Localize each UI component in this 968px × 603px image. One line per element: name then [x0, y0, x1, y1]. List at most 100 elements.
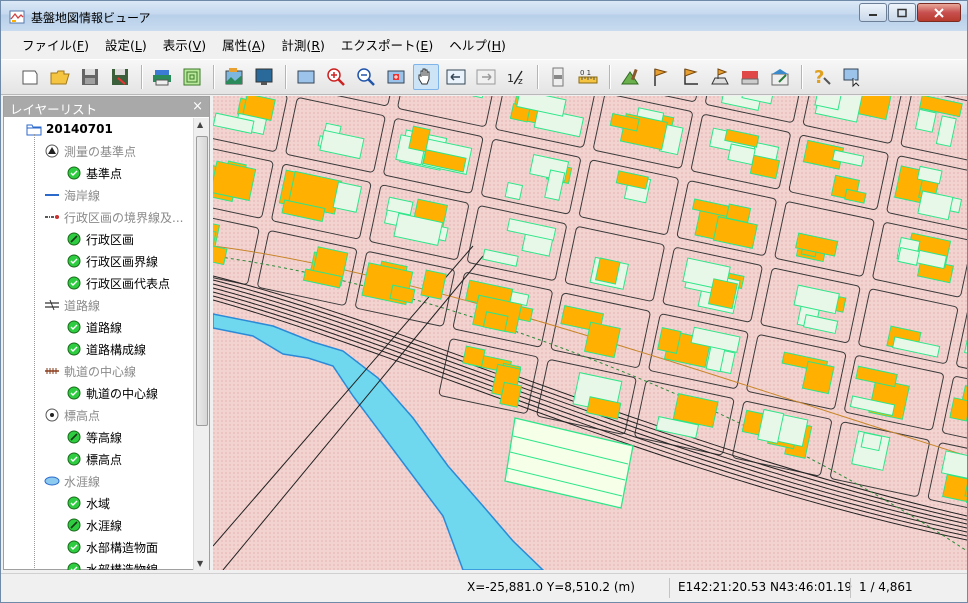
layer-list-button[interactable] [179, 64, 205, 90]
edit-button[interactable] [767, 64, 793, 90]
layer-group-1[interactable]: 海岸線 [44, 184, 100, 206]
attribute-button[interactable] [617, 64, 643, 90]
layer-list-scrollbar[interactable]: ▲ ▼ [193, 118, 209, 570]
menu-bar: ファイル(F) 設定(L) 表示(V) 属性(A) 計測(R) エクスポート(E… [1, 31, 967, 57]
monitor-icon [255, 68, 273, 85]
layer-item[interactable]: 標高点 [66, 448, 122, 470]
layer-visible-icon[interactable] [66, 517, 82, 533]
print-button[interactable] [149, 64, 175, 90]
title-bar[interactable]: 基盤地図情報ビューア [1, 1, 967, 31]
layer-visible-icon[interactable] [66, 275, 82, 291]
layer-group-0[interactable]: 測量の基準点 [44, 140, 136, 162]
scroll-up-icon[interactable]: ▲ [197, 120, 203, 129]
layer-visible-icon[interactable] [66, 539, 82, 555]
boundary-line-icon[interactable] [44, 209, 60, 225]
menu-view[interactable]: 表示(V) [156, 33, 213, 56]
layer-list-header: レイヤーリスト × [4, 97, 209, 117]
close-button[interactable] [917, 3, 961, 22]
layer-root[interactable]: 20140701 [26, 118, 113, 140]
open-button[interactable] [47, 64, 73, 90]
layer-visible-icon[interactable] [66, 385, 82, 401]
layer-item-label: 標高点 [86, 452, 123, 467]
layer-item[interactable]: 水涯線 [66, 514, 122, 536]
layer-item-label: 水域 [86, 496, 111, 511]
zoom-out-button[interactable] [353, 64, 379, 90]
image-export-icon [225, 68, 243, 85]
layer-root-label: 20140701 [46, 122, 113, 136]
scale-ratio-button[interactable]: 1z [503, 64, 529, 90]
menu-measure[interactable]: 計測(R) [274, 33, 331, 56]
triangle-point-icon[interactable] [44, 143, 60, 159]
layers-icon [183, 68, 201, 86]
layer-item[interactable]: 水部構造物線 [66, 558, 158, 570]
layer-group-3[interactable]: 道路線 [44, 294, 100, 316]
road-icon[interactable] [44, 297, 60, 313]
layer-visible-icon[interactable] [66, 231, 82, 247]
scrollbar-thumb[interactable] [196, 136, 208, 426]
layer-visible-icon[interactable] [66, 165, 82, 181]
layer-visible-icon[interactable] [66, 319, 82, 335]
layer-group-6[interactable]: 水涯線 [44, 470, 100, 492]
water-icon[interactable] [44, 473, 60, 489]
status-scale: 1 / 4,861 [859, 580, 913, 594]
about-button[interactable] [839, 64, 865, 90]
layer-item[interactable]: 水部構造物面 [66, 536, 158, 558]
layer-visible-icon[interactable] [66, 429, 82, 445]
elevation-point-icon[interactable] [44, 407, 60, 423]
layer-item-label: 基準点 [86, 166, 123, 181]
pan-button[interactable] [413, 64, 439, 90]
zoom-box-icon [387, 70, 405, 84]
layer-item[interactable]: 軌道の中心線 [66, 382, 158, 404]
layer-group-4[interactable]: 軌道の中心線 [44, 360, 136, 382]
layer-item[interactable]: 道路線 [66, 316, 122, 338]
flag-button-2[interactable] [677, 64, 703, 90]
previous-view-button[interactable] [443, 64, 469, 90]
help-button[interactable]: ? [809, 64, 835, 90]
layer-item[interactable]: 基準点 [66, 162, 122, 184]
minimize-button[interactable] [859, 3, 887, 22]
building [801, 360, 835, 395]
area-measure-button[interactable] [737, 64, 763, 90]
scroll-down-icon[interactable]: ▼ [197, 559, 203, 568]
new-button[interactable] [17, 64, 43, 90]
back-arrow-icon [446, 69, 466, 85]
layer-visible-icon[interactable] [66, 253, 82, 269]
layer-item[interactable]: 道路構成線 [66, 338, 146, 360]
layer-visible-icon[interactable] [66, 495, 82, 511]
layer-visible-icon[interactable] [66, 451, 82, 467]
about-icon [843, 68, 860, 88]
measure-distance-button[interactable]: 0 1 [575, 64, 601, 90]
zoom-in-button[interactable] [323, 64, 349, 90]
menu-settings[interactable]: 設定(L) [98, 33, 154, 56]
full-extent-button[interactable] [293, 64, 319, 90]
panel-close-button[interactable]: × [192, 99, 203, 114]
map-view[interactable] [213, 96, 967, 570]
scale-slider-button[interactable] [545, 64, 571, 90]
blue-line-icon[interactable] [44, 187, 60, 203]
building [462, 345, 486, 368]
zoom-box-button[interactable] [383, 64, 409, 90]
layer-item[interactable]: 水域 [66, 492, 110, 514]
flag-button-3[interactable] [707, 64, 733, 90]
railway-icon[interactable] [44, 363, 60, 379]
layer-item[interactable]: 等高線 [66, 426, 122, 448]
layer-group-5[interactable]: 標高点 [44, 404, 100, 426]
menu-export[interactable]: エクスポート(E) [334, 33, 440, 56]
image-export-button[interactable] [221, 64, 247, 90]
menu-attribute[interactable]: 属性(A) [215, 33, 272, 56]
save-button[interactable] [77, 64, 103, 90]
maximize-button[interactable] [888, 3, 916, 22]
layer-item[interactable]: 行政区画 [66, 228, 134, 250]
menu-help[interactable]: ヘルプ(H) [442, 33, 513, 56]
layer-visible-icon[interactable] [66, 341, 82, 357]
layer-visible-icon[interactable] [66, 561, 82, 570]
save-as-button[interactable] [107, 64, 133, 90]
layer-item[interactable]: 行政区画代表点 [66, 272, 170, 294]
layer-item[interactable]: 行政区画界線 [66, 250, 158, 272]
menu-file[interactable]: ファイル(F) [15, 33, 96, 56]
flag-button-1[interactable] [647, 64, 673, 90]
next-view-button[interactable] [473, 64, 499, 90]
display-settings-button[interactable] [251, 64, 277, 90]
maximize-icon [897, 8, 907, 17]
layer-group-2[interactable]: 行政区画の境界線及... [44, 206, 183, 228]
